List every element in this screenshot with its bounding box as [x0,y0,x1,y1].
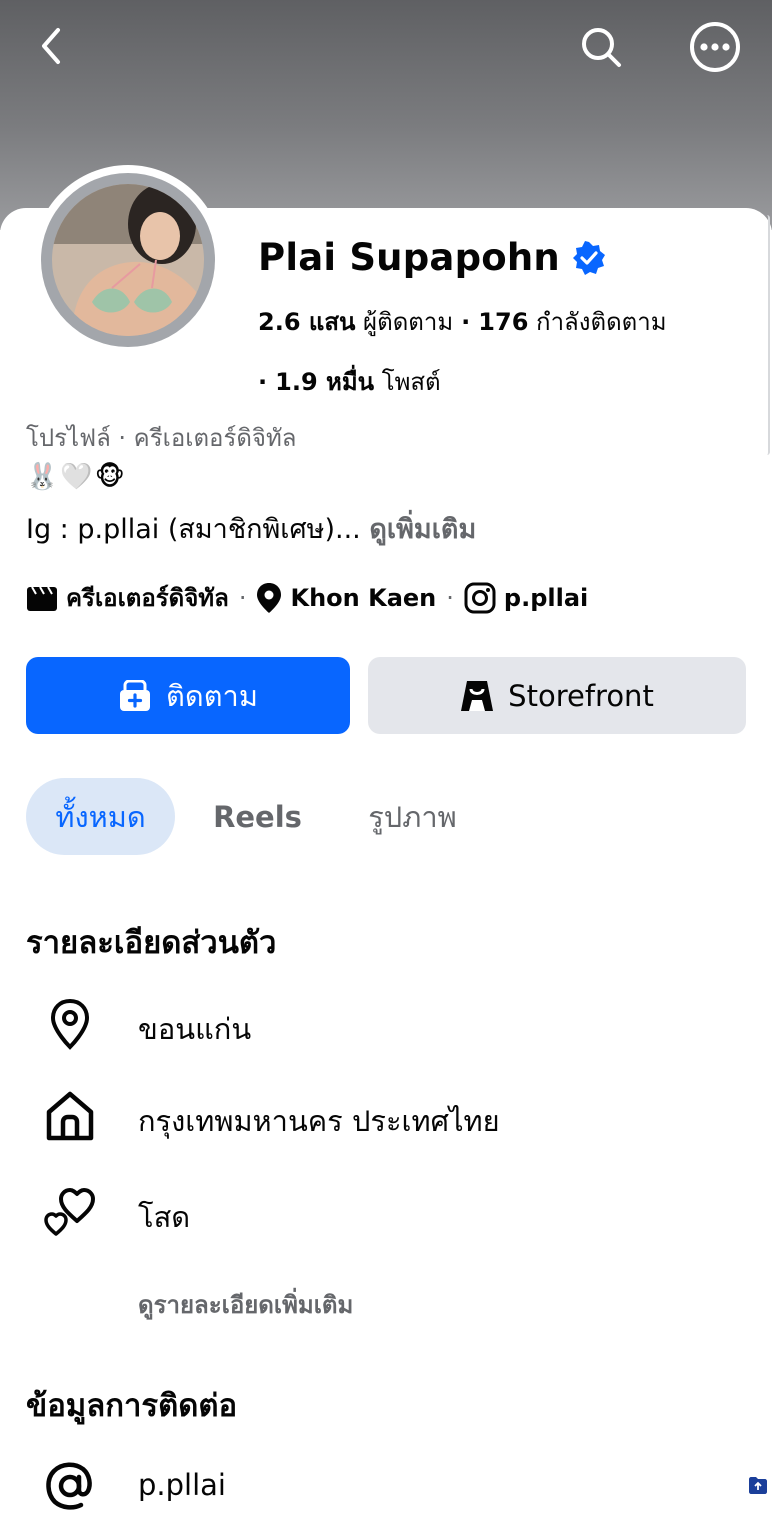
detail-item-text: ขอนแก่น [138,1012,252,1046]
instagram-icon [464,582,496,613]
tab-reels[interactable]: Reels [200,778,315,855]
following-label[interactable]: กำลังติดตาม [536,308,667,336]
storefront-button-label: Storefront [508,678,654,713]
bio-text: Ig : p.pllai (สมาชิกพิเศษ)... [26,514,361,545]
intro-details: ครีเอเตอร์ดิจิทัล · Khon Kaen · p.pllai [26,578,588,617]
tab-all[interactable]: ทั้งหมด [26,778,175,855]
posts-label: โพสต์ [381,368,441,396]
post-stats: · 1.9 หมื่น โพสต์ [258,368,441,396]
posts-count: 1.9 หมื่น [275,368,375,396]
detail-item-hometown[interactable]: ขอนแก่น [0,996,772,1066]
detail-instagram[interactable]: p.pllai [504,584,588,612]
hearts-icon [44,1188,95,1236]
location-pin-icon [257,582,282,613]
more-options-button[interactable] [688,20,742,74]
following-count[interactable]: 176 [478,308,528,336]
see-more-details-link[interactable]: ดูรายละเอียดเพิ่มเติม [138,1285,353,1324]
detail-item-home[interactable]: กรุงเทพมหานคร ประเทศไทย [0,1088,772,1158]
follow-icon [120,679,151,711]
followers-label[interactable]: ผู้ติดตาม [363,308,453,336]
detail-item-text: โสด [138,1200,191,1234]
storefront-button[interactable]: Storefront [368,657,746,734]
verified-badge-icon [572,240,605,275]
personal-details-title: รายละเอียดส่วนตัว [26,925,277,961]
see-more-link[interactable]: ดูเพิ่มเติม [369,514,476,545]
clapperboard-icon [27,586,57,611]
avatar[interactable] [33,165,223,355]
follow-button-label: ติดตาม [166,678,258,713]
detail-item-text: กรุงเทพมหานคร ประเทศไทย [138,1104,500,1138]
follow-button[interactable]: ติดตาม [26,657,350,734]
followers-count[interactable]: 2.6 แสน [258,308,355,336]
story-ring [41,173,215,347]
storefront-icon [461,680,494,711]
detail-category: ครีเอเตอร์ดิจิทัล [66,584,229,612]
profile-category: โปรไฟล์ · ครีเอเตอร์ดิจิทัล [26,424,297,452]
tab-photos[interactable]: รูปภาพ [345,778,480,855]
detail-item-relationship[interactable]: โสด [0,1184,772,1254]
search-icon [582,28,621,67]
profile-name-row: Plai Supapohn [258,236,606,279]
profile-name: Plai Supapohn [258,236,560,279]
contact-item-text: p.pllai [138,1468,226,1502]
folder-badge-icon [748,1476,768,1494]
search-button[interactable] [576,22,626,72]
profile-picture [52,184,204,336]
bio: Ig : p.pllai (สมาชิกพิเศษ)... ดูเพิ่มเติ… [26,507,476,550]
contact-item-instagram[interactable]: p.pllai [0,1458,772,1528]
chevron-left-icon [42,28,60,64]
bio-emoji: 🐰🤍🐵 [26,462,127,492]
scrollbar[interactable] [762,215,770,455]
follow-stats: 2.6 แสน ผู้ติดตาม · 176 กำลังติดตาม [258,308,667,336]
ellipsis-circle-icon [690,22,740,72]
at-sign-icon [46,1462,92,1510]
home-icon [46,1091,94,1141]
contact-info-title: ข้อมูลการติดต่อ [26,1388,238,1424]
detail-location[interactable]: Khon Kaen [290,584,436,612]
back-button[interactable] [28,22,76,70]
location-pin-icon [50,998,90,1050]
